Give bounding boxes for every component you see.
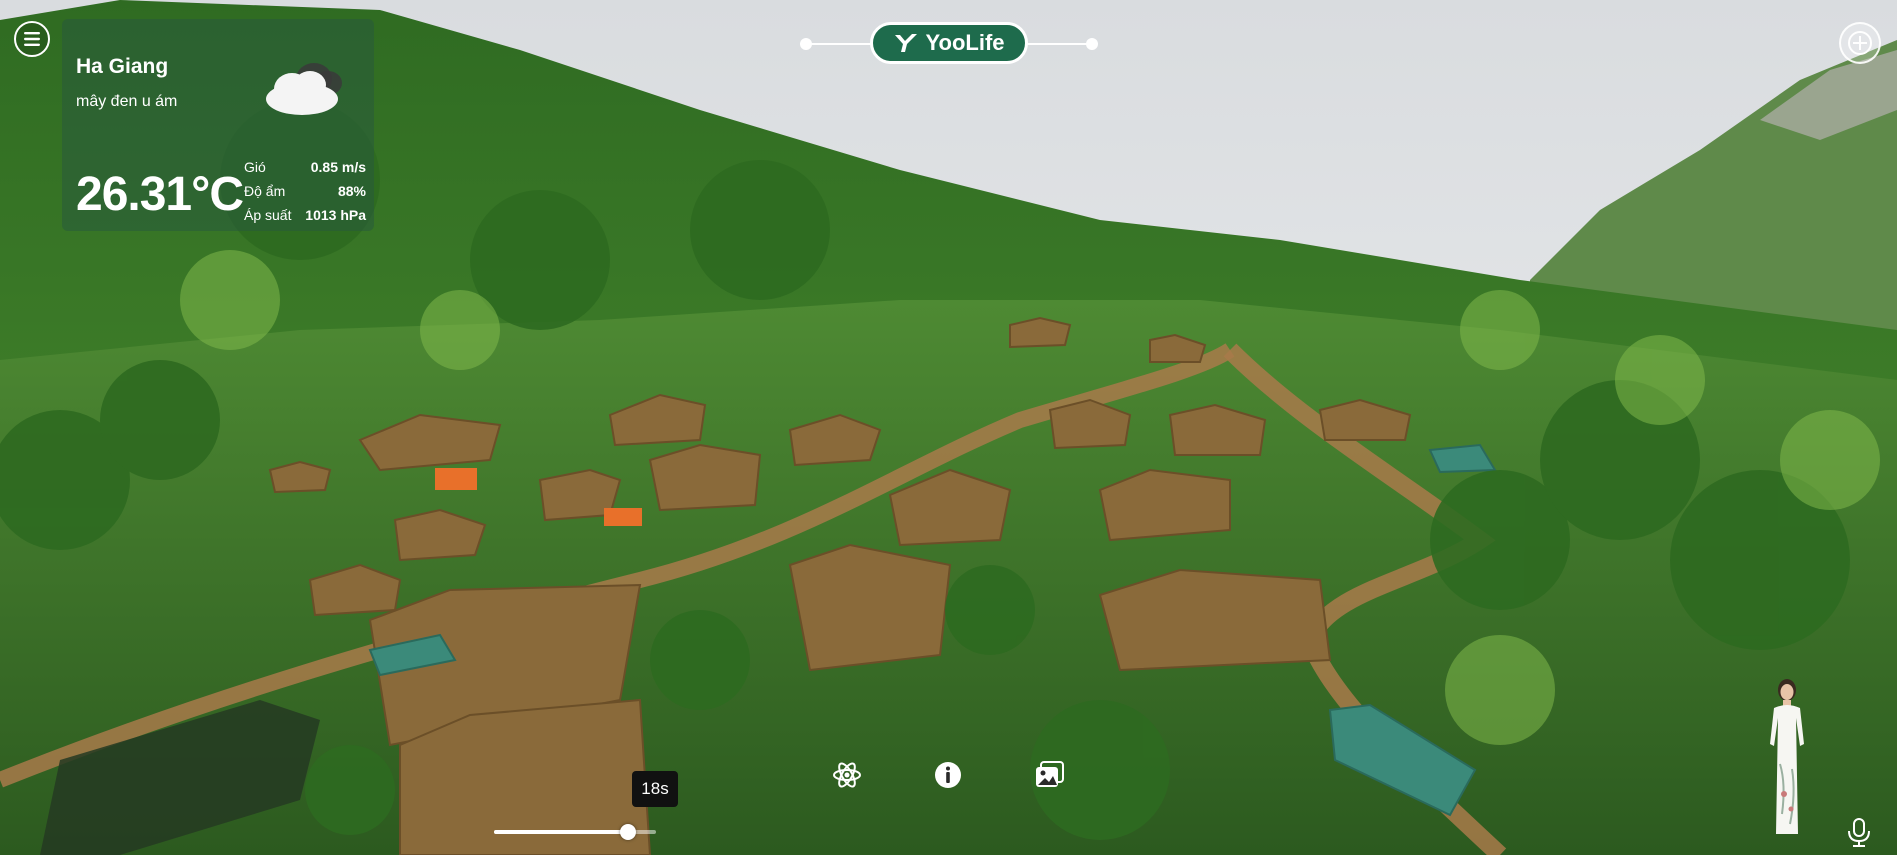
weather-stat-value: 88% bbox=[337, 183, 366, 199]
plus-icon bbox=[1848, 31, 1872, 55]
weather-stat-humidity: Độ ẩm 88% bbox=[244, 179, 366, 203]
weather-stat-label: Áp suất bbox=[244, 207, 292, 223]
brand-line-right bbox=[1026, 43, 1092, 45]
weather-temperature: 26.31°C bbox=[76, 168, 244, 221]
weather-stat-pressure: Áp suất 1013 hPa bbox=[244, 203, 366, 227]
yoolife-logo-icon bbox=[895, 34, 918, 52]
weather-stat-label: Gió bbox=[244, 159, 266, 175]
timeline-slider[interactable] bbox=[494, 824, 656, 840]
menu-button[interactable] bbox=[14, 21, 50, 57]
menu-icon bbox=[24, 32, 40, 46]
cloud-icon bbox=[266, 63, 342, 115]
atom-button[interactable] bbox=[830, 758, 864, 792]
brand-logo-button[interactable]: YooLife bbox=[870, 22, 1028, 64]
weather-stat-wind: Gió 0.85 m/s bbox=[244, 155, 366, 179]
weather-stat-label: Độ ẩm bbox=[244, 183, 286, 199]
add-button[interactable] bbox=[1839, 22, 1881, 64]
brand-line-left bbox=[806, 43, 872, 45]
weather-stat-value: 1013 hPa bbox=[305, 207, 366, 223]
virtual-assistant-avatar[interactable] bbox=[1760, 674, 1814, 842]
microphone-icon bbox=[1848, 818, 1870, 847]
weather-card: Ha Giang mây đen u ám 26.31°C Gió 0.85 m… bbox=[62, 19, 374, 231]
weather-stat-value: 0.85 m/s bbox=[310, 159, 366, 175]
weather-city: Ha Giang bbox=[76, 55, 169, 78]
info-button[interactable] bbox=[931, 758, 965, 792]
brand-dot-right bbox=[1086, 38, 1098, 50]
gallery-icon bbox=[1036, 761, 1064, 787]
weather-description: mây đen u ám bbox=[76, 93, 178, 110]
brand-dot-left bbox=[800, 38, 812, 50]
time-label: 18s bbox=[632, 771, 678, 807]
microphone-button[interactable] bbox=[1846, 818, 1872, 848]
atom-icon bbox=[833, 762, 861, 788]
info-icon bbox=[935, 762, 961, 788]
weather-stats: Gió 0.85 m/s Độ ẩm 88% Áp suất 1013 hPa bbox=[244, 155, 366, 227]
gallery-button[interactable] bbox=[1033, 758, 1067, 792]
timeline-fill bbox=[494, 830, 629, 834]
brand-name: YooLife bbox=[925, 30, 1005, 55]
